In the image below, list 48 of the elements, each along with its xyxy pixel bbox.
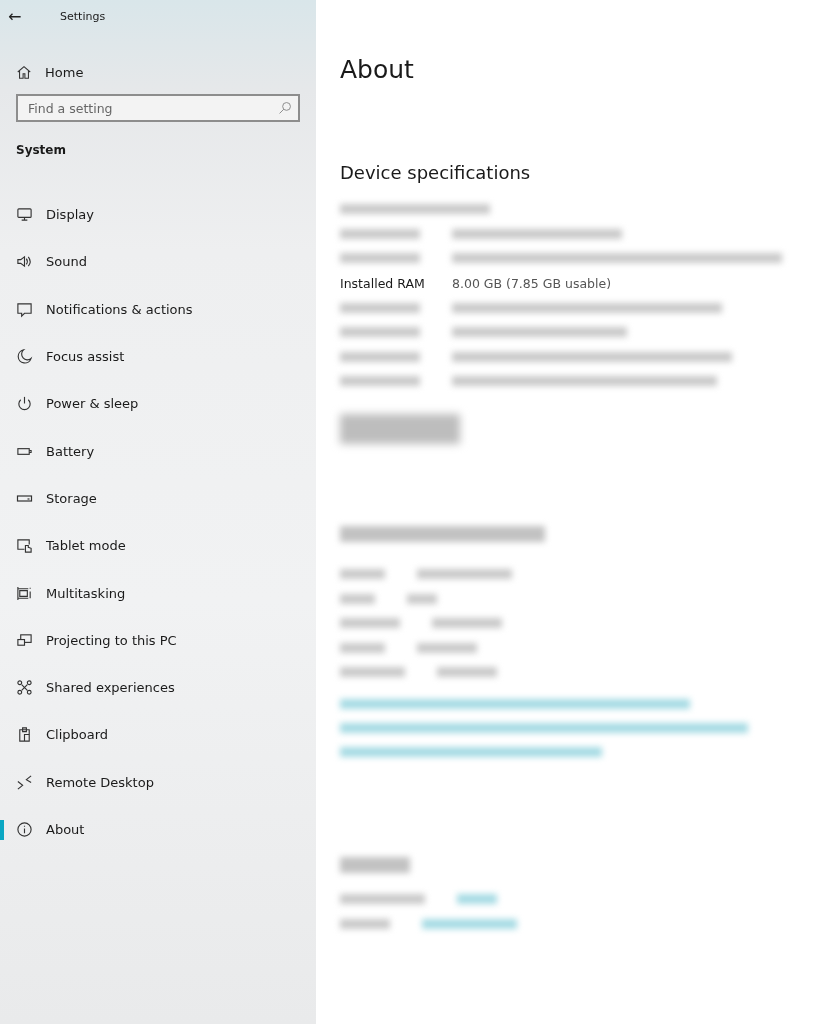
- nav-item[interactable]: Shared experiences: [0, 663, 316, 712]
- blurred-heading: [340, 856, 410, 873]
- blurred-text: [437, 667, 497, 678]
- nav-item[interactable]: Multitasking: [0, 569, 316, 617]
- home-icon: [16, 64, 32, 80]
- power-icon: [16, 395, 33, 413]
- spec-value: 8.00 GB (7.85 GB usable): [452, 275, 612, 291]
- blurred-text: [340, 642, 385, 653]
- drive-icon: [16, 494, 33, 502]
- nav-item[interactable]: About: [0, 805, 316, 854]
- section-heading: Device specifications: [340, 162, 532, 183]
- blurred-text: [407, 593, 437, 604]
- nav-item[interactable]: Storage: [0, 474, 316, 523]
- blurred-text: [340, 569, 385, 580]
- back-button[interactable]: ←: [0, 6, 46, 26]
- home-link[interactable]: Home: [0, 58, 316, 86]
- search-field[interactable]: Find a setting: [16, 94, 300, 122]
- nav-item[interactable]: Focus assist: [0, 332, 316, 381]
- monitor-icon: [16, 206, 33, 224]
- search-icon: [278, 101, 292, 115]
- blurred-text: [340, 918, 390, 929]
- multitasking-icon: [16, 584, 33, 602]
- blurred-text: [340, 618, 400, 629]
- remote-desktop-icon: [16, 773, 33, 791]
- nav-item[interactable]: Tablet mode: [0, 522, 316, 570]
- nav-item[interactable]: Battery: [0, 427, 316, 475]
- blurred-text: [417, 642, 477, 653]
- blurred-text: [432, 618, 502, 629]
- nav-item[interactable]: Projecting to this PC: [0, 616, 316, 664]
- spec-label: Installed RAM: [340, 275, 426, 291]
- nav-item[interactable]: Display: [0, 191, 316, 239]
- blurred-text: [340, 667, 405, 678]
- projector-icon: [16, 631, 33, 649]
- tablet-icon: [16, 537, 33, 555]
- page-title: About: [340, 55, 415, 86]
- nav-item[interactable]: Power & sleep: [0, 380, 316, 428]
- blurred-text: [340, 593, 375, 604]
- section-heading: System: [15, 143, 67, 157]
- speech-bubble-icon: [16, 300, 33, 318]
- window-title: Settings: [60, 9, 106, 23]
- nav-item[interactable]: Notifications & actions: [0, 285, 316, 333]
- network-icon: [16, 679, 33, 697]
- info-icon: [16, 821, 33, 838]
- moon-icon: [16, 348, 33, 366]
- clipboard-icon: [16, 726, 33, 744]
- nav-item[interactable]: Clipboard: [0, 711, 316, 759]
- nav-item[interactable]: Sound: [0, 238, 316, 286]
- nav-item[interactable]: Remote Desktop: [0, 758, 316, 806]
